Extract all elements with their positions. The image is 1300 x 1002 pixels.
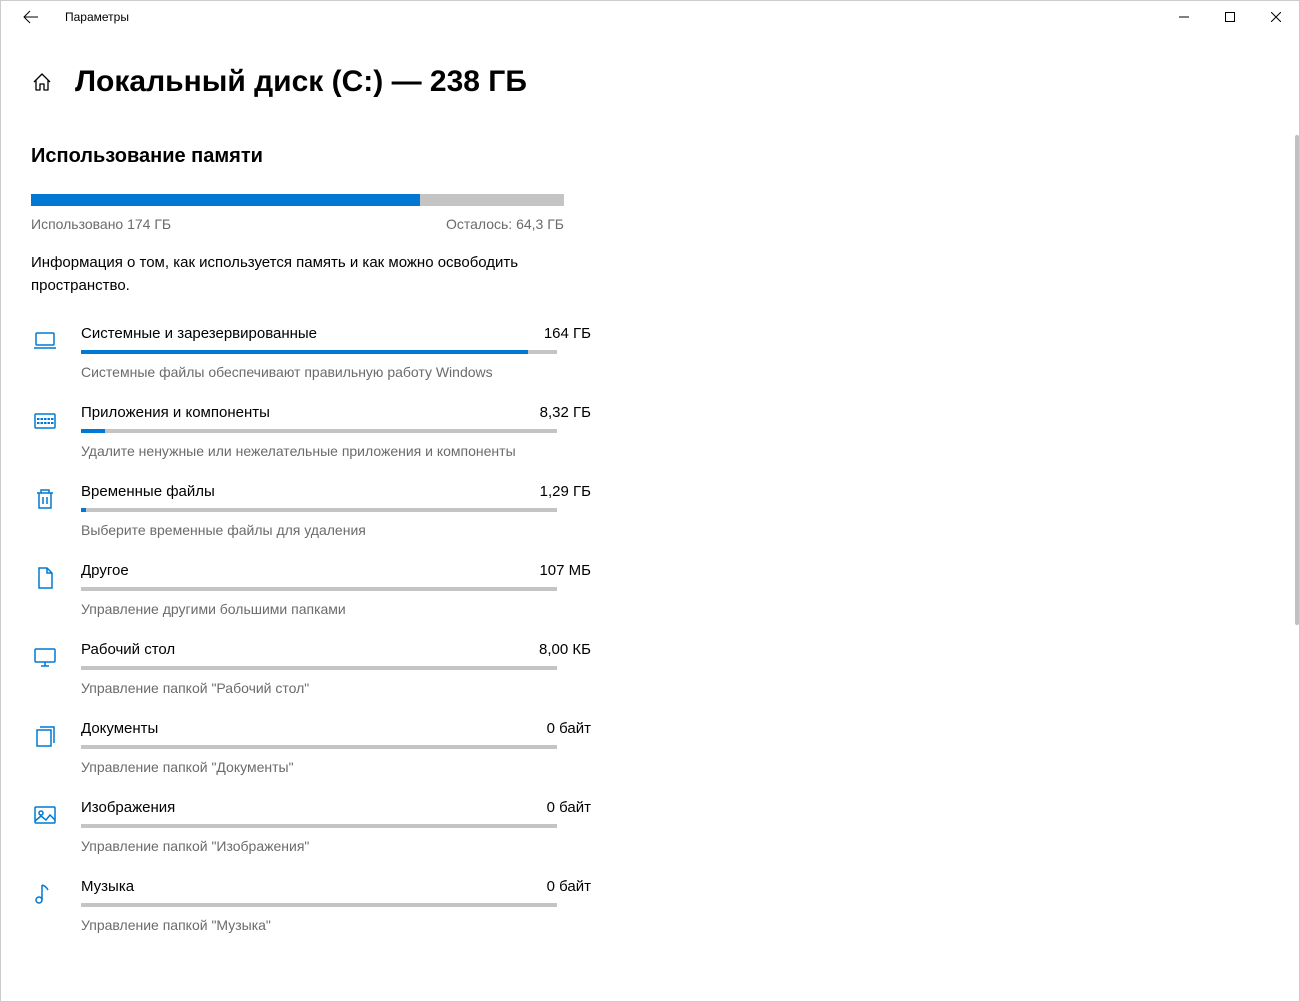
pictures-icon <box>31 801 59 829</box>
category-item[interactable]: Приложения и компоненты 8,32 ГБ Удалите … <box>31 404 591 459</box>
maximize-icon <box>1225 12 1235 22</box>
category-desc: Удалите ненужные или нежелательные прило… <box>81 443 591 459</box>
category-head: Изображения 0 байт <box>81 799 591 816</box>
category-head: Другое 107 МБ <box>81 562 591 579</box>
category-size: 0 байт <box>547 720 591 737</box>
file-icon <box>31 564 59 592</box>
category-body: Музыка 0 байт Управление папкой "Музыка" <box>81 878 591 933</box>
category-title: Документы <box>81 720 158 737</box>
category-head: Музыка 0 байт <box>81 878 591 895</box>
apps-icon <box>31 406 59 434</box>
category-size: 1,29 ГБ <box>540 483 591 500</box>
category-head: Рабочий стол 8,00 КБ <box>81 641 591 658</box>
category-item[interactable]: Изображения 0 байт Управление папкой "Из… <box>31 799 591 854</box>
category-body: Временные файлы 1,29 ГБ Выберите временн… <box>81 483 591 538</box>
category-size: 0 байт <box>547 878 591 895</box>
category-title: Изображения <box>81 799 175 816</box>
page-title: Локальный диск (C:) — 238 ГБ <box>75 65 527 99</box>
category-fill <box>81 429 105 433</box>
desktop-icon <box>31 643 59 671</box>
category-desc: Управление папкой "Музыка" <box>81 917 591 933</box>
laptop-icon <box>31 327 59 355</box>
category-bar <box>81 508 557 512</box>
category-body: Приложения и компоненты 8,32 ГБ Удалите … <box>81 404 591 459</box>
section-title: Использование памяти <box>31 145 591 168</box>
category-desc: Управление папкой "Документы" <box>81 759 591 775</box>
scrollbar[interactable] <box>1295 135 1299 625</box>
category-bar <box>81 429 557 433</box>
category-body: Документы 0 байт Управление папкой "Доку… <box>81 720 591 775</box>
category-desc: Управление папкой "Рабочий стол" <box>81 680 591 696</box>
category-body: Изображения 0 байт Управление папкой "Из… <box>81 799 591 854</box>
page-header: Локальный диск (C:) — 238 ГБ <box>1 33 1299 99</box>
category-body: Системные и зарезервированные 164 ГБ Сис… <box>81 325 591 380</box>
content-area: Локальный диск (C:) — 238 ГБ Использован… <box>1 33 1299 1001</box>
category-size: 107 МБ <box>539 562 591 579</box>
documents-icon <box>31 722 59 750</box>
category-bar <box>81 745 557 749</box>
category-title: Приложения и компоненты <box>81 404 270 421</box>
close-button[interactable] <box>1253 1 1299 33</box>
info-text: Информация о том, как используется памят… <box>31 252 531 297</box>
category-body: Рабочий стол 8,00 КБ Управление папкой "… <box>81 641 591 696</box>
close-icon <box>1271 12 1281 22</box>
category-desc: Системные файлы обеспечивают правильную … <box>81 364 591 380</box>
category-bar <box>81 350 557 354</box>
category-item[interactable]: Рабочий стол 8,00 КБ Управление папкой "… <box>31 641 591 696</box>
category-item[interactable]: Другое 107 МБ Управление другими большим… <box>31 562 591 617</box>
category-bar <box>81 824 557 828</box>
titlebar-title: Параметры <box>51 10 129 24</box>
category-item[interactable]: Документы 0 байт Управление папкой "Доку… <box>31 720 591 775</box>
minimize-button[interactable] <box>1161 1 1207 33</box>
category-fill <box>81 508 86 512</box>
category-desc: Управление другими большими папками <box>81 601 591 617</box>
trash-icon <box>31 485 59 513</box>
category-head: Системные и зарезервированные 164 ГБ <box>81 325 591 342</box>
maximize-button[interactable] <box>1207 1 1253 33</box>
category-head: Приложения и компоненты 8,32 ГБ <box>81 404 591 421</box>
window-controls <box>1161 1 1299 33</box>
home-button[interactable] <box>31 71 53 93</box>
category-body: Другое 107 МБ Управление другими большим… <box>81 562 591 617</box>
used-label: Использовано 174 ГБ <box>31 216 171 232</box>
category-head: Документы 0 байт <box>81 720 591 737</box>
category-size: 8,00 КБ <box>539 641 591 658</box>
main-content: Использование памяти Использовано 174 ГБ… <box>1 99 591 933</box>
category-title: Другое <box>81 562 129 579</box>
category-list: Системные и зарезервированные 164 ГБ Сис… <box>31 325 591 933</box>
category-title: Системные и зарезервированные <box>81 325 317 342</box>
category-size: 164 ГБ <box>544 325 591 342</box>
category-item[interactable]: Музыка 0 байт Управление папкой "Музыка" <box>31 878 591 933</box>
category-title: Рабочий стол <box>81 641 175 658</box>
minimize-icon <box>1179 12 1189 22</box>
music-icon <box>31 880 59 908</box>
titlebar: Параметры <box>1 1 1299 33</box>
category-title: Временные файлы <box>81 483 215 500</box>
category-desc: Выберите временные файлы для удаления <box>81 522 591 538</box>
category-fill <box>81 350 528 354</box>
category-bar <box>81 666 557 670</box>
free-label: Осталось: 64,3 ГБ <box>446 216 564 232</box>
category-item[interactable]: Системные и зарезервированные 164 ГБ Сис… <box>31 325 591 380</box>
arrow-left-icon <box>23 9 39 25</box>
category-head: Временные файлы 1,29 ГБ <box>81 483 591 500</box>
category-title: Музыка <box>81 878 134 895</box>
overall-labels: Использовано 174 ГБ Осталось: 64,3 ГБ <box>31 216 564 232</box>
category-bar <box>81 587 557 591</box>
category-bar <box>81 903 557 907</box>
overall-usage-bar <box>31 194 564 206</box>
category-size: 0 байт <box>547 799 591 816</box>
category-size: 8,32 ГБ <box>540 404 591 421</box>
category-item[interactable]: Временные файлы 1,29 ГБ Выберите временн… <box>31 483 591 538</box>
back-button[interactable] <box>11 1 51 33</box>
category-desc: Управление папкой "Изображения" <box>81 838 591 854</box>
home-icon <box>31 71 53 93</box>
overall-usage-fill <box>31 194 420 206</box>
